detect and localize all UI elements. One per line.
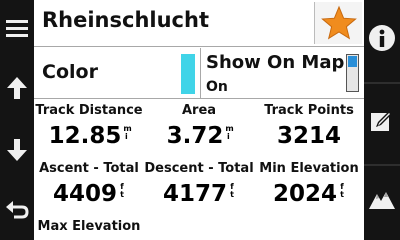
stat-label: Area (181, 103, 217, 118)
star-icon (320, 5, 357, 40)
divider (34, 46, 364, 47)
stat-ascent-total: Ascent - Total 4409 f t (34, 161, 144, 209)
stat-label: Track Points (264, 103, 354, 118)
show-on-map-value: On (206, 79, 228, 95)
stat-unit: ft (340, 182, 344, 199)
stat-label: Descent - Total (144, 161, 254, 176)
stat-value: 4177 f t (144, 181, 254, 209)
stat-label: Min Elevation (259, 161, 359, 176)
divider (34, 98, 364, 99)
toolbar-divider (364, 82, 400, 84)
stat-label: Max Elevation (37, 219, 141, 234)
stat-label: Ascent - Total (39, 161, 139, 176)
stat-label: Track Distance (35, 103, 143, 118)
stat-number: 2024 (272, 181, 337, 207)
stat-number: 12.85 (48, 123, 122, 149)
show-on-map-label: Show On Map (206, 52, 345, 73)
stat-track-distance: Track Distance 12.85 m i (34, 103, 144, 151)
menu-icon (6, 20, 28, 37)
elevation-plot-button[interactable] (364, 174, 400, 224)
stat-unit: mi (225, 124, 234, 141)
left-toolbar (0, 0, 34, 240)
track-details-panel: Rheinschlucht Color Show On Map On Track… (34, 0, 364, 240)
stat-value: 3.72 m i (144, 123, 254, 151)
stat-descent-total: Descent - Total 4177 f t (144, 161, 254, 209)
stat-value: 12.85 m i (34, 123, 144, 151)
toolbar-divider (364, 164, 400, 166)
stat-number: 4409 (52, 181, 117, 207)
arrow-down-icon (7, 139, 27, 161)
stat-unit: ft (120, 182, 124, 199)
stat-number: 3214 (276, 123, 341, 149)
toggle-knob (348, 56, 357, 67)
track-name[interactable]: Rheinschlucht (42, 8, 209, 32)
arrow-up-icon (7, 77, 27, 99)
right-toolbar (364, 0, 400, 240)
stat-value: 2024 f t (254, 181, 364, 209)
color-setting[interactable]: Color (34, 48, 199, 98)
show-on-map-setting[interactable]: Show On Map On (201, 48, 364, 98)
stat-unit: ft (230, 182, 234, 199)
show-on-map-toggle[interactable] (346, 54, 359, 92)
edit-track-button[interactable] (364, 94, 400, 148)
stat-area: Area 3.72 m i (144, 103, 254, 151)
stat-unit: mi (123, 124, 132, 141)
back-icon (6, 201, 29, 219)
info-icon (369, 25, 395, 51)
menu-button[interactable] (0, 6, 34, 50)
stat-value: 3214 (254, 123, 364, 151)
stat-number: 3.72 (166, 123, 224, 149)
color-swatch (181, 54, 195, 94)
title-bar: Rheinschlucht (34, 0, 364, 46)
scroll-down-button[interactable] (0, 128, 34, 172)
edit-track-icon (371, 111, 392, 131)
elevation-plot-icon (369, 192, 395, 209)
back-button[interactable] (0, 188, 34, 232)
stat-number: 4177 (162, 181, 227, 207)
stat-track-points: Track Points 3214 (254, 103, 364, 151)
stat-value: 4409 f t (34, 181, 144, 209)
color-label: Color (42, 61, 98, 83)
stat-min-elevation: Min Elevation 2024 f t (254, 161, 364, 209)
info-button[interactable] (364, 10, 400, 66)
scroll-up-button[interactable] (0, 66, 34, 110)
favorite-button[interactable] (314, 2, 362, 44)
stat-max-elevation: Max Elevation (34, 219, 144, 235)
